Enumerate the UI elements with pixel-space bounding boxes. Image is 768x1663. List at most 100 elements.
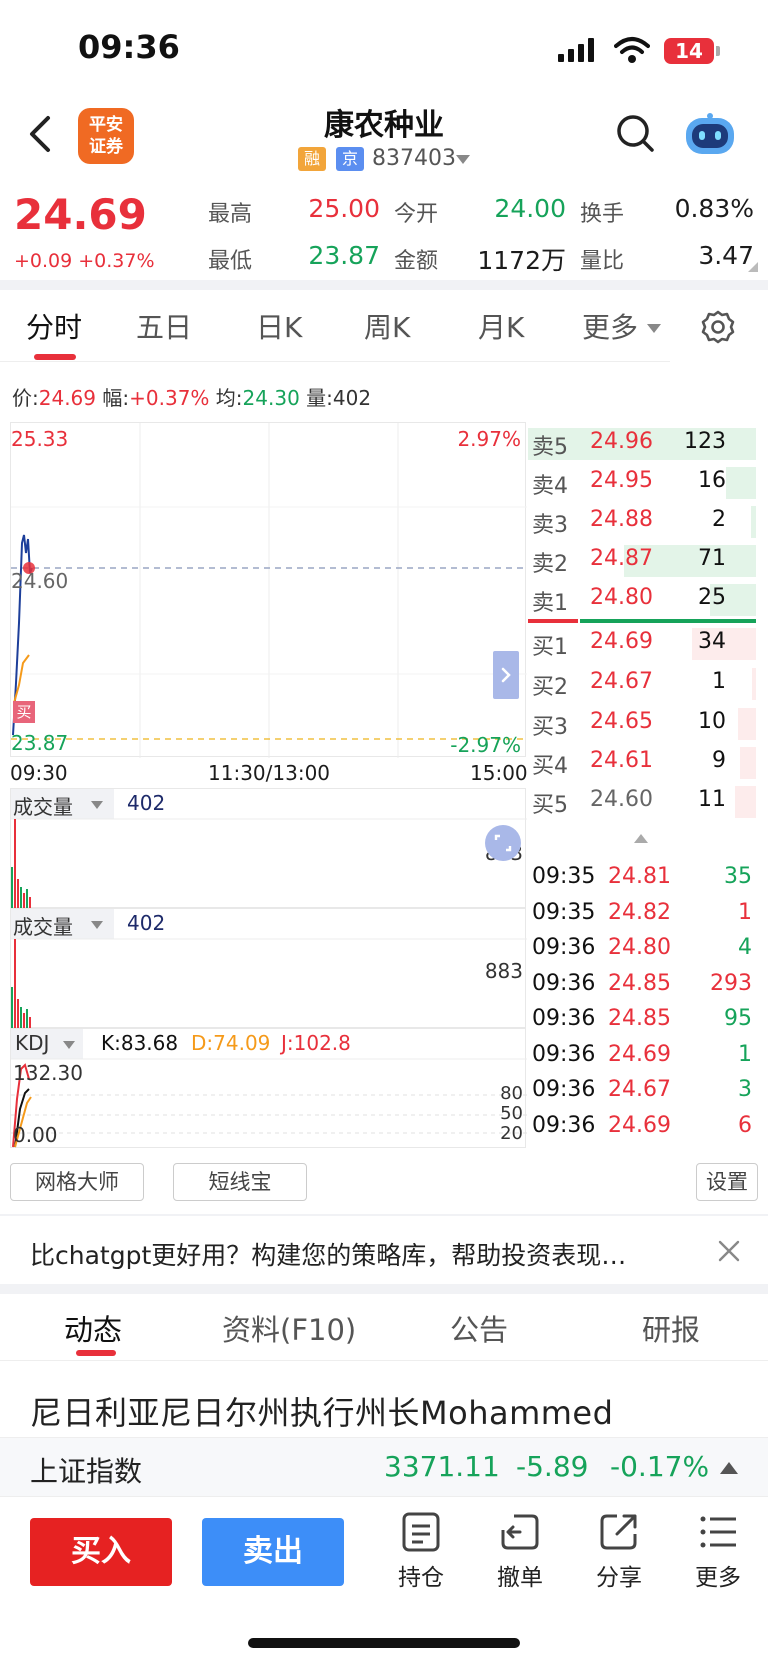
info-avg-label: 均: xyxy=(215,386,243,410)
chevron-right-icon xyxy=(501,667,511,683)
tick-price: 24.85 xyxy=(608,1006,671,1031)
robot-assistant-icon[interactable] xyxy=(684,112,736,158)
index-name: 上证指数 xyxy=(30,1455,143,1488)
expand-icon xyxy=(494,834,512,852)
back-icon[interactable] xyxy=(26,114,54,154)
info-range: +0.37% xyxy=(129,386,210,410)
ask-price: 24.96 xyxy=(590,429,653,454)
tick-price: 24.67 xyxy=(608,1077,671,1102)
tab-f10[interactable]: 资料(F10) xyxy=(222,1307,356,1349)
broker-logo-line2: 证券 xyxy=(89,137,123,157)
search-icon[interactable] xyxy=(614,112,656,154)
bid-volume: 11 xyxy=(698,787,726,812)
grid-master-button[interactable]: 网格大师 xyxy=(10,1163,144,1201)
kdj-y-top: 132.30 xyxy=(13,1061,83,1085)
tick-price: 24.69 xyxy=(608,1112,671,1138)
tab-five-day[interactable]: 五日 xyxy=(136,306,192,346)
broker-logo[interactable]: 平安 证券 xyxy=(78,108,134,164)
ask-price: 24.87 xyxy=(590,546,653,571)
tick-row: 09:36 24.69 6 xyxy=(530,1110,754,1146)
tab-weekly-k[interactable]: 周K xyxy=(364,306,410,346)
more-button[interactable]: 更多 xyxy=(678,1510,758,1592)
share-button[interactable]: 分享 xyxy=(579,1510,659,1592)
ask-row[interactable]: 卖4 24.95 16 xyxy=(528,463,756,501)
ask-row[interactable]: 卖3 24.88 2 xyxy=(528,502,756,540)
pct-axis-min: -2.97% xyxy=(450,733,521,757)
tab-monthly-k[interactable]: 月K xyxy=(478,306,524,346)
bid-row[interactable]: 买5 24.60 11 xyxy=(528,782,756,820)
volume-bars xyxy=(11,938,527,1028)
low-label: 最低 xyxy=(208,249,253,274)
depth-bar xyxy=(740,747,756,779)
bid-row[interactable]: 买2 24.67 1 xyxy=(528,664,756,702)
volume-panel[interactable]: 成交量 402 883 xyxy=(10,788,527,908)
tick-time: 09:36 xyxy=(532,1041,596,1067)
bid-row[interactable]: 买3 24.65 10 xyxy=(528,704,756,742)
x-axis-start: 09:30 xyxy=(10,761,68,785)
tab-intraday[interactable]: 分时 xyxy=(26,306,82,346)
cancel-order-button[interactable]: 撤单 xyxy=(480,1510,560,1592)
intraday-chart-svg xyxy=(11,423,527,758)
ask-label: 卖3 xyxy=(532,513,568,538)
ask-label: 卖1 xyxy=(532,591,568,616)
holdings-button[interactable]: 持仓 xyxy=(381,1510,461,1592)
tab-more[interactable]: 更多 xyxy=(582,306,638,346)
bid-row[interactable]: 买1 24.69 34 xyxy=(528,624,756,662)
buy-button[interactable]: 买入 xyxy=(30,1518,172,1586)
tick-time: 09:35 xyxy=(532,899,596,925)
gear-icon[interactable] xyxy=(700,309,736,345)
tab-announcements[interactable]: 公告 xyxy=(450,1307,508,1349)
kdj-panel[interactable]: KDJ K:83.68 D:74.09 J:102.8 132.30 0.00 … xyxy=(10,1028,527,1148)
bid-row[interactable]: 买4 24.61 9 xyxy=(528,743,756,781)
sell-button[interactable]: 卖出 xyxy=(202,1518,344,1586)
tick-time: 09:35 xyxy=(532,864,596,889)
ask-row[interactable]: 卖5 24.96 123 xyxy=(528,424,756,462)
collapse-up-icon[interactable] xyxy=(634,834,648,843)
bid-ratio-bar xyxy=(528,619,578,623)
chevron-up-icon[interactable] xyxy=(720,1462,738,1474)
fullscreen-button[interactable] xyxy=(485,825,521,861)
tab-daily-k[interactable]: 日K xyxy=(256,306,302,346)
signal-icon xyxy=(558,38,598,62)
ask-row[interactable]: 卖2 24.87 71 xyxy=(528,541,756,579)
bid-volume: 1 xyxy=(712,669,726,694)
wifi-icon xyxy=(614,37,650,63)
tab-news[interactable]: 动态 xyxy=(64,1307,122,1349)
tab-active-indicator xyxy=(76,1350,116,1356)
stock-name: 康农种业 xyxy=(324,108,444,143)
volume-panel-secondary[interactable]: 成交量 402 883 xyxy=(10,908,527,1028)
holdings-label: 持仓 xyxy=(398,1565,444,1591)
section-divider xyxy=(0,280,768,290)
tab-research[interactable]: 研报 xyxy=(642,1307,700,1349)
bid-volume: 34 xyxy=(698,629,726,654)
close-icon[interactable] xyxy=(716,1238,742,1264)
chevron-down-icon[interactable] xyxy=(647,324,661,333)
home-indicator[interactable] xyxy=(248,1638,520,1648)
ad-banner-text[interactable]: 比chatgpt更好用？构建您的策略库，帮助投资表现… xyxy=(30,1236,626,1272)
news-headline[interactable]: 尼日利亚尼日尔州执行州长Mohammed xyxy=(30,1388,613,1434)
ask-volume: 123 xyxy=(684,429,726,454)
buy-marker: 买 xyxy=(13,701,35,723)
settings-button[interactable]: 设置 xyxy=(696,1163,758,1201)
info-price: 24.69 xyxy=(38,386,97,410)
tick-volume: 4 xyxy=(738,935,752,960)
bid-label: 买1 xyxy=(532,635,568,660)
chevron-down-icon[interactable] xyxy=(456,155,470,164)
high-value: 25.00 xyxy=(308,194,380,223)
ask-price: 24.88 xyxy=(590,507,653,532)
intraday-chart[interactable]: 25.33 24.60 23.87 2.97% -2.97% 买 xyxy=(10,422,527,758)
y-axis-min: 23.87 xyxy=(11,731,69,755)
tick-time: 09:36 xyxy=(532,1006,596,1031)
tick-time: 09:36 xyxy=(532,1077,596,1102)
bid-price: 24.65 xyxy=(590,709,653,734)
kdj-y-bottom: 0.00 xyxy=(13,1123,58,1147)
tick-row: 09:35 24.81 35 xyxy=(530,861,754,897)
margin-tag: 融 xyxy=(298,147,326,171)
stock-code[interactable]: 837403 xyxy=(372,146,456,171)
expand-panel-button[interactable] xyxy=(493,651,519,699)
turnover-value: 0.83% xyxy=(674,194,754,223)
ask-row[interactable]: 卖1 24.80 25 xyxy=(528,580,756,618)
tick-row: 09:36 24.67 3 xyxy=(530,1074,754,1110)
short-line-button[interactable]: 短线宝 xyxy=(173,1163,307,1201)
info-vol: 402 xyxy=(332,386,372,410)
